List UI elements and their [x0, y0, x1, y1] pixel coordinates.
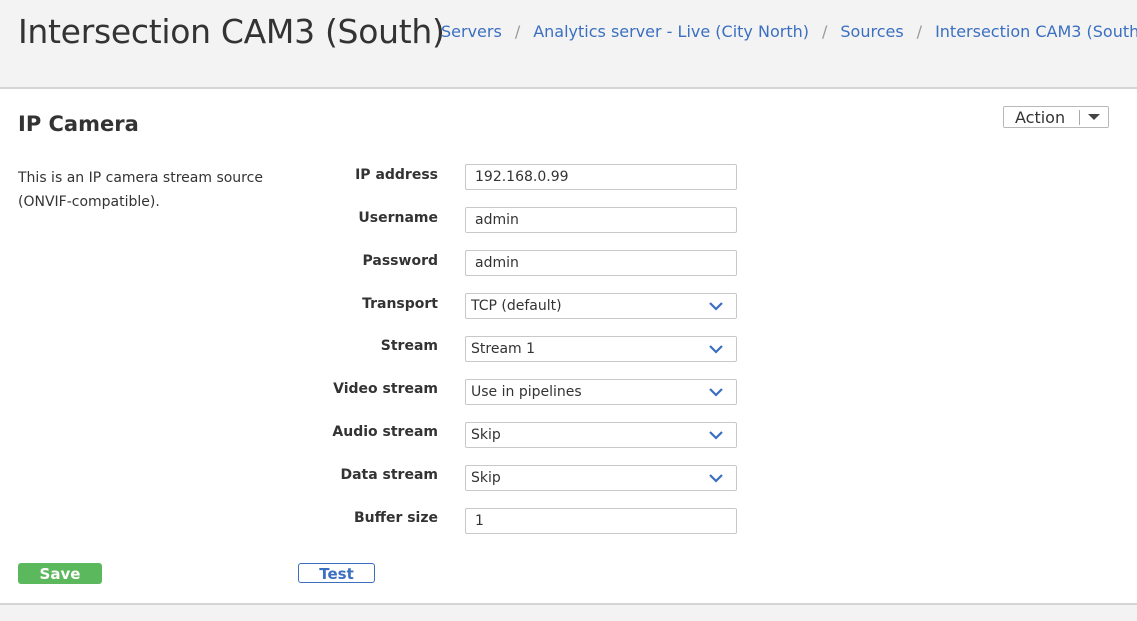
save-button[interactable]: Save: [18, 563, 102, 584]
username-input[interactable]: [465, 207, 737, 233]
password-label: Password: [362, 253, 438, 269]
page-title: Intersection CAM3 (South): [18, 12, 445, 51]
stream-value: Stream 1: [471, 341, 536, 357]
video-stream-value: Use in pipelines: [471, 384, 582, 400]
breadcrumb-analytics-server[interactable]: Analytics server - Live (City North): [533, 22, 809, 41]
ip-address-label: IP address: [355, 167, 438, 183]
action-dropdown-button[interactable]: Action: [1003, 106, 1109, 128]
audio-stream-value: Skip: [471, 427, 501, 443]
breadcrumb-separator: /: [916, 22, 923, 41]
breadcrumb-separator: /: [514, 22, 521, 41]
chevron-down-icon: [709, 474, 723, 483]
page-header: Intersection CAM3 (South) Servers / Analyt…: [0, 0, 1137, 89]
chevron-down-icon: [709, 302, 723, 311]
breadcrumb: Servers / Analytics server - Live (City No…: [441, 22, 1137, 41]
breadcrumb-separator: /: [821, 22, 828, 41]
chevron-down-icon: [709, 388, 723, 397]
caret-down-icon: [1088, 114, 1100, 120]
video-stream-select[interactable]: Use in pipelines: [465, 379, 737, 405]
data-stream-value: Skip: [471, 470, 501, 486]
breadcrumb-servers[interactable]: Servers: [441, 22, 502, 41]
footer-divider: [0, 603, 1137, 621]
buffer-size-input[interactable]: [465, 508, 737, 534]
buffer-size-label: Buffer size: [353, 510, 438, 526]
test-button[interactable]: Test: [298, 563, 375, 583]
transport-value: TCP (default): [471, 298, 562, 314]
transport-select[interactable]: TCP (default): [465, 293, 737, 319]
data-stream-label: Data stream: [340, 467, 438, 483]
audio-stream-select[interactable]: Skip: [465, 422, 737, 448]
stream-label: Stream: [380, 338, 438, 354]
chevron-down-icon: [709, 431, 723, 440]
stream-select[interactable]: Stream 1: [465, 336, 737, 362]
breadcrumb-sources[interactable]: Sources: [840, 22, 903, 41]
username-label: Username: [358, 210, 438, 226]
action-divider: [1079, 110, 1080, 125]
action-label: Action: [1015, 108, 1066, 127]
password-input[interactable]: [465, 250, 737, 276]
ip-address-input[interactable]: [465, 164, 737, 190]
transport-label: Transport: [362, 296, 438, 312]
data-stream-select[interactable]: Skip: [465, 465, 737, 491]
chevron-down-icon: [709, 345, 723, 354]
source-description: This is an IP camera stream source (ONVI…: [18, 170, 263, 210]
audio-stream-label: Audio stream: [332, 424, 438, 440]
breadcrumb-current-source[interactable]: Intersection CAM3 (South): [935, 22, 1137, 41]
section-title: IP Camera: [18, 112, 139, 136]
video-stream-label: Video stream: [333, 381, 438, 397]
